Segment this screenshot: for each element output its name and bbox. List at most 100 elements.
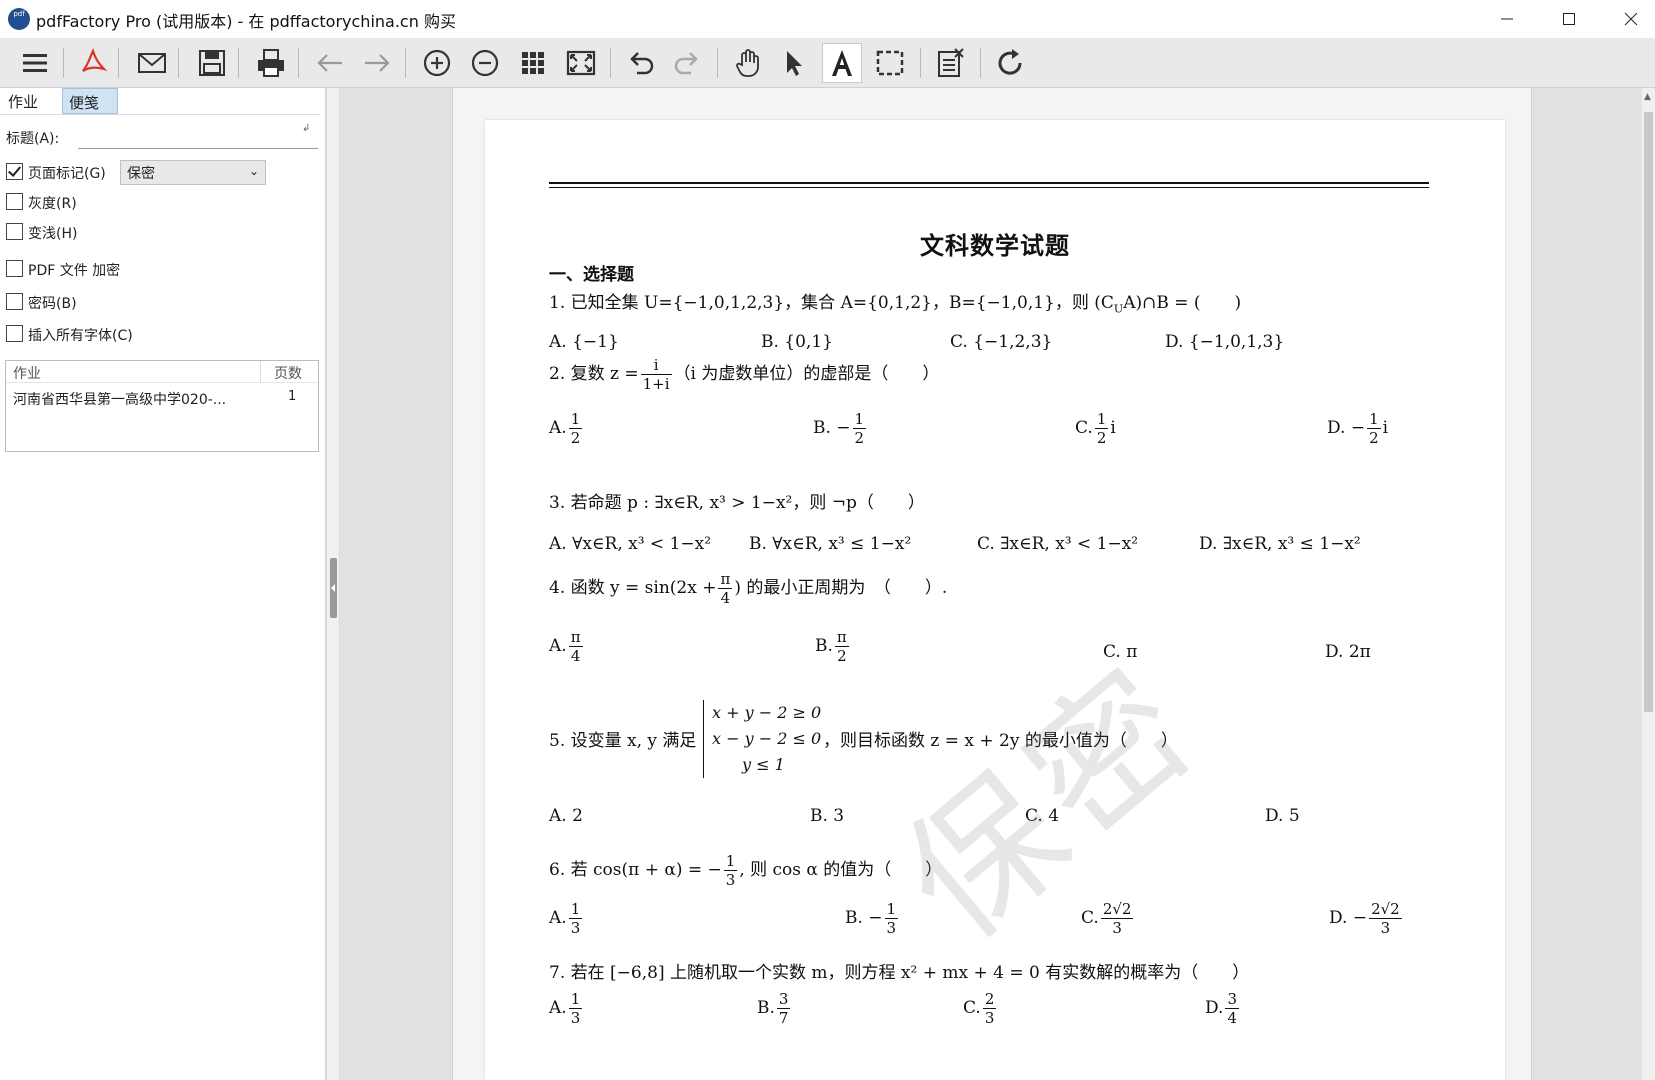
- refresh-icon: [998, 49, 1022, 75]
- embed-fonts-checkbox[interactable]: [6, 325, 23, 342]
- q5-constraint-1: x + y − 2 ≥ 0: [712, 703, 822, 722]
- lighten-label: 变浅(H): [28, 226, 78, 242]
- close-button[interactable]: [1600, 0, 1655, 38]
- document-viewer: 文科数学试题 一、选择题 1. 已知全集 U={−1,0,1,2,3}，集合 A…: [340, 88, 1642, 1080]
- q5-option-b: B. 3: [810, 806, 845, 826]
- refresh-button[interactable]: [990, 43, 1030, 83]
- marquee-select-icon: [876, 50, 904, 76]
- q6-option-d: D. −2√2 3: [1329, 900, 1402, 937]
- title-bar: pdf pdfFactory Pro (试用版本) - 在 pdffactory…: [0, 0, 1655, 38]
- pdf-encrypt-label: PDF 文件 加密: [28, 263, 121, 279]
- q7-option-c: C. 2 3: [963, 990, 997, 1027]
- pdf-icon: [82, 47, 108, 72]
- q1-option-b: B. {0,1}: [761, 332, 833, 352]
- maximize-button[interactable]: [1538, 0, 1600, 38]
- email-button[interactable]: [132, 43, 172, 83]
- forward-button[interactable]: [357, 43, 397, 83]
- q4-option-a: A. π 4: [549, 628, 583, 665]
- q7-option-d: D. 3 4: [1205, 990, 1239, 1027]
- fit-page-button[interactable]: [561, 43, 601, 83]
- chevron-down-icon: ⌄: [248, 164, 259, 178]
- grayscale-checkbox[interactable]: [6, 193, 23, 210]
- vertical-scrollbar[interactable]: ▲: [1642, 88, 1655, 1080]
- minimize-button[interactable]: [1476, 0, 1538, 38]
- page-mark-select[interactable]: 保密 ⌄: [120, 160, 266, 185]
- q1-option-c: C. {−1,2,3}: [950, 332, 1053, 352]
- close-icon: [1624, 12, 1638, 26]
- pdf-encrypt-checkbox[interactable]: [6, 260, 23, 277]
- q5-option-d: D. 5: [1265, 806, 1300, 826]
- lighten-checkbox[interactable]: [6, 223, 23, 240]
- menu-icon: [23, 54, 47, 72]
- back-button[interactable]: [310, 43, 350, 83]
- question-6: 6. 若 cos(π + α) = −1 3, 则 cos α 的值为（ ）: [549, 852, 943, 889]
- q6-option-c: C. 2√2 3: [1081, 900, 1134, 937]
- collapse-handle[interactable]: [330, 558, 337, 618]
- page-watermark: 保密: [872, 633, 1230, 973]
- document-page: 文科数学试题 一、选择题 1. 已知全集 U={−1,0,1,2,3}，集合 A…: [485, 120, 1505, 1080]
- app-logo-text: pdf: [13, 10, 25, 18]
- maximize-icon: [1563, 13, 1575, 25]
- zoom-out-button[interactable]: [465, 43, 505, 83]
- scroll-up-icon[interactable]: ▲: [1644, 92, 1651, 102]
- select-tool-button[interactable]: [774, 43, 814, 83]
- thumbnails-button[interactable]: [513, 43, 553, 83]
- scrollbar-thumb[interactable]: [1644, 112, 1653, 712]
- panel-splitter[interactable]: [326, 88, 340, 1080]
- redo-button[interactable]: [667, 43, 707, 83]
- select-arrow-icon: [787, 51, 802, 76]
- delete-page-button[interactable]: [930, 43, 970, 83]
- q4-option-d: D. 2π: [1325, 642, 1371, 662]
- page-mark-checkbox[interactable]: [6, 163, 23, 180]
- zoom-in-button[interactable]: [417, 43, 457, 83]
- q5-constraint-2: x − y − 2 ≤ 0: [712, 729, 822, 748]
- print-icon: [258, 49, 284, 77]
- password-checkbox[interactable]: [6, 293, 23, 310]
- tab-notes[interactable]: 便笺: [62, 88, 118, 114]
- q5-constraint-system: x + y − 2 ≥ 0 x − y − 2 ≤ 0 y ≤ 1: [703, 700, 821, 778]
- q1-option-a: A. {−1}: [549, 332, 619, 352]
- job-name: 河南省西华县第一高级中学020-...: [13, 392, 227, 408]
- password-label: 密码(B): [28, 296, 77, 312]
- job-column-header[interactable]: 作业: [13, 363, 41, 383]
- question-4: 4. 函数 y = sin(2x + π 4) 的最小正周期为 （ ）.: [549, 570, 948, 607]
- tab-job[interactable]: 作业: [2, 88, 44, 114]
- title-label: 标题(A):: [6, 131, 60, 147]
- question-1: 1. 已知全集 U={−1,0,1,2,3}，集合 A={0,1,2}，B={−…: [549, 293, 1242, 316]
- marquee-select-button[interactable]: [870, 43, 910, 83]
- document-title: 文科数学试题: [920, 231, 1070, 260]
- forward-arrow-icon: [365, 54, 390, 72]
- hand-tool-button[interactable]: [728, 43, 768, 83]
- q2-option-c: C. 1 2 i: [1075, 410, 1116, 447]
- hand-tool-icon: [736, 49, 759, 77]
- redo-icon: [674, 52, 698, 75]
- pages-column-header[interactable]: 页数: [274, 363, 302, 383]
- text-tool-button[interactable]: [822, 43, 862, 83]
- q3-option-c: C. ∃x∈R, x³ < 1−x²: [977, 534, 1139, 554]
- q7-option-b: B. 3 7: [757, 990, 791, 1027]
- question-5-head: 5. 设变量 x, y 满足: [549, 731, 697, 751]
- print-button[interactable]: [251, 43, 291, 83]
- q3-option-b: B. ∀x∈R, x³ ≤ 1−x²: [749, 534, 912, 554]
- page-mark-label: 页面标记(G): [28, 166, 106, 182]
- save-icon: [199, 50, 225, 76]
- q2-option-a: A. 1 2: [549, 410, 583, 447]
- q6-option-b: B. −1 3: [845, 900, 899, 937]
- page-frame: 文科数学试题 一、选择题 1. 已知全集 U={−1,0,1,2,3}，集合 A…: [452, 88, 1532, 1080]
- page-mark-value: 保密: [127, 166, 155, 182]
- job-list: 作业 页数 河南省西华县第一高级中学020-... 1: [5, 360, 319, 452]
- title-input[interactable]: [78, 123, 318, 149]
- menu-button[interactable]: [15, 43, 55, 83]
- autofill-icon[interactable]: ↲: [302, 123, 310, 134]
- delete-page-icon: [938, 48, 964, 77]
- job-list-header: 作业 页数: [6, 361, 318, 383]
- job-pages: 1: [288, 389, 297, 404]
- section-heading: 一、选择题: [549, 265, 634, 285]
- save-button[interactable]: [192, 43, 232, 83]
- q4-option-b: B. π 2: [815, 628, 849, 665]
- save-pdf-button[interactable]: [73, 43, 113, 83]
- undo-button[interactable]: [621, 43, 661, 83]
- settings-panel: 作业 便笺 标题(A): ↲ 页面标记(G) 保密 ⌄ 灰度(R) 变浅(H) …: [0, 88, 326, 1080]
- question-7: 7. 若在 [−6,8] 上随机取一个实数 m，则方程 x² + mx + 4 …: [549, 963, 1250, 983]
- minimize-icon: [1501, 18, 1513, 20]
